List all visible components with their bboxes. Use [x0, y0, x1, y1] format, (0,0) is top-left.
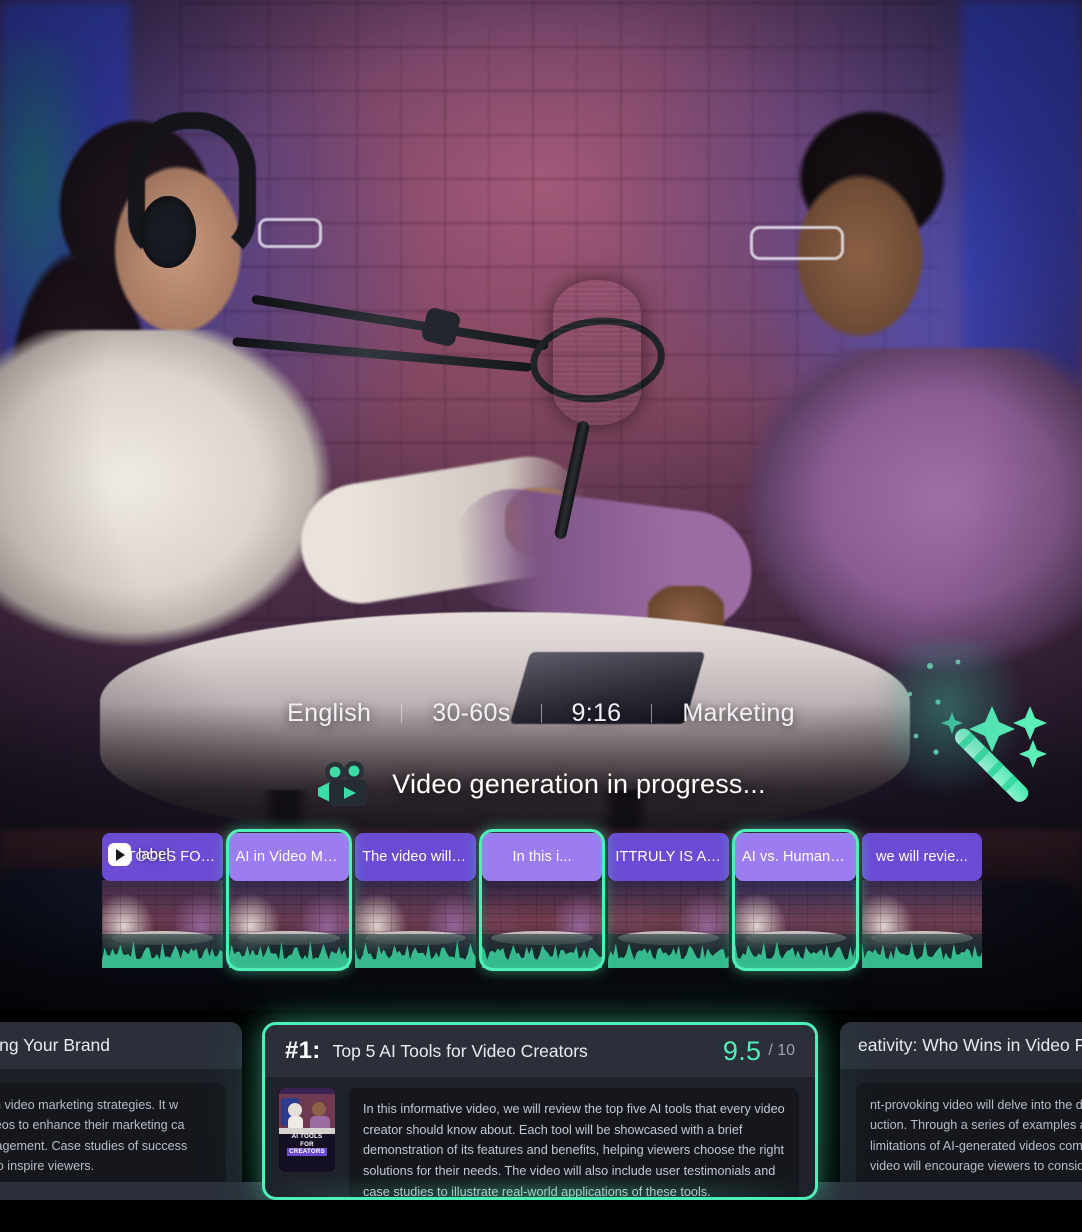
storyboard-timeline[interactable]: AI TOOLS FOR CREA...label AI in Video Mar… [99, 829, 986, 975]
clip-caption[interactable]: The video will also [355, 833, 476, 881]
clip-label-text: label [138, 846, 170, 863]
clip-thumbnail[interactable] [734, 880, 856, 968]
clip-label-badge[interactable]: label [108, 843, 170, 866]
app-screen: English 30-60s 9:16 Marketing Video gene… [0, 0, 1082, 1232]
clip-caption[interactable]: AI vs. Human C... [734, 833, 856, 881]
timeline-clip[interactable]: In this i... [478, 829, 606, 975]
clip-caption-text: The video will also [362, 849, 469, 865]
idea-card-header: n Video Marketing: Boosting Your Brand [0, 1022, 242, 1069]
clip-caption-text: we will revie... [875, 849, 968, 865]
idea-card-description: nt-provoking video will delve into the d… [856, 1083, 1082, 1189]
meta-language: English [287, 698, 372, 727]
clip-audio-waveform [481, 934, 603, 968]
selected-card-header: #1: Top 5 AI Tools for Video Creators 9.… [265, 1025, 815, 1077]
clip-caption[interactable]: we will revie... [861, 833, 983, 881]
clip-caption-text: ITTRULY IS AI MAGIC [615, 849, 722, 865]
meta-aspect-ratio: 9:16 [571, 698, 622, 727]
thumb-line-1: AI TOOLS [291, 1132, 323, 1140]
idea-card-title: eativity: Who Wins in Video Production? [858, 1035, 1082, 1055]
generation-status-banner: Video generation in progress... [0, 756, 1082, 812]
timeline-clip[interactable]: ITTRULY IS AI MAGIC [605, 833, 732, 975]
video-camera-icon [316, 760, 374, 808]
clip-thumbnail[interactable] [355, 880, 476, 968]
timeline-clip[interactable]: AI in Video Mar... [225, 829, 353, 975]
selected-card-title: Top 5 AI Tools for Video Creators [332, 1040, 588, 1061]
score-value: 9.5 [722, 1035, 762, 1066]
idea-card-next[interactable]: eativity: Who Wins in Video Production? … [840, 1022, 1082, 1205]
clip-audio-waveform [355, 934, 476, 968]
thumb-line-3: CREATORS [287, 1148, 327, 1156]
selected-card-description: In this informative video, we will revie… [349, 1088, 799, 1197]
clip-caption[interactable]: In this i... [481, 833, 603, 881]
clip-thumbnail[interactable] [608, 880, 729, 968]
clip-audio-waveform [102, 934, 223, 968]
timeline-clip[interactable]: AI TOOLS FOR CREA...label [99, 833, 226, 975]
thumb-line-2: FOR [300, 1140, 314, 1148]
thumbnail-overlay-text: AI TOOLS FOR CREATORS [282, 1133, 332, 1156]
clip-audio-waveform [228, 934, 350, 968]
timeline-clip[interactable]: we will revie... [859, 833, 986, 975]
idea-card-selected[interactable]: #1: Top 5 AI Tools for Video Creators 9.… [262, 1022, 818, 1200]
idea-card-description: video will highlight the role of AI in v… [0, 1083, 226, 1189]
video-metadata-row: English 30-60s 9:16 Marketing [0, 694, 1082, 732]
idea-card-header: eativity: Who Wins in Video Production? [840, 1022, 1082, 1069]
timeline-clip[interactable]: The video will also [352, 833, 479, 975]
clip-audio-waveform [608, 934, 729, 968]
idea-thumbnail[interactable]: AI TOOLS FOR CREATORS [279, 1088, 335, 1172]
meta-category: Marketing [682, 698, 795, 727]
clip-caption[interactable]: AI in Video Mar... [228, 833, 350, 881]
clip-thumbnail[interactable] [861, 880, 983, 968]
meta-duration: 30-60s [432, 698, 511, 727]
play-icon[interactable] [108, 843, 131, 866]
clip-audio-waveform [734, 934, 856, 968]
idea-card-previous[interactable]: n Video Marketing: Boosting Your Brand v… [0, 1022, 242, 1205]
score-max: / 10 [768, 1042, 795, 1059]
generation-status-text: Video generation in progress... [392, 768, 766, 799]
rank-badge: #1: [285, 1037, 321, 1064]
clip-thumbnail[interactable] [102, 880, 223, 968]
idea-card-title: n Video Marketing: Boosting Your Brand [0, 1035, 111, 1055]
clip-caption[interactable]: ITTRULY IS AI MAGIC [608, 833, 729, 881]
timeline-clip[interactable]: AI vs. Human C... [731, 829, 859, 975]
clip-thumbnail[interactable] [228, 880, 350, 968]
clip-caption-text: In this i... [512, 849, 572, 865]
clip-caption-text: AI vs. Human C... [741, 849, 849, 865]
clip-audio-waveform [861, 934, 983, 968]
clip-caption-text: AI in Video Mar... [235, 849, 343, 865]
clip-thumbnail[interactable] [481, 880, 603, 968]
